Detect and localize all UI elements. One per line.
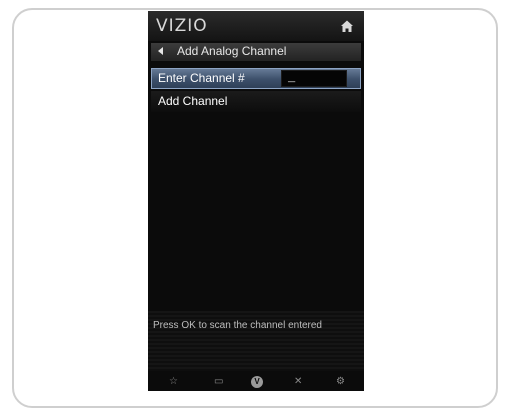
close-icon[interactable]: ✕ bbox=[294, 377, 302, 387]
star-icon[interactable]: ☆ bbox=[169, 377, 178, 387]
vizio-logo: VIZIO bbox=[156, 16, 208, 36]
menu-icon[interactable]: ▭ bbox=[214, 377, 223, 387]
add-channel-label: Add Channel bbox=[158, 94, 228, 108]
home-icon[interactable] bbox=[340, 19, 354, 33]
channel-number-input[interactable]: _ bbox=[281, 70, 347, 87]
enter-channel-label: Enter Channel # bbox=[158, 71, 245, 85]
back-arrow-icon[interactable] bbox=[158, 47, 163, 55]
menu-item-add-channel[interactable]: Add Channel bbox=[151, 91, 361, 112]
menu-item-enter-channel[interactable]: Enter Channel # _ bbox=[151, 68, 361, 89]
tv-menu-panel: VIZIO Add Analog Channel Enter Channel #… bbox=[148, 11, 364, 391]
settings-icon[interactable]: ⚙ bbox=[336, 377, 345, 387]
page-title: Add Analog Channel bbox=[177, 44, 287, 58]
hint-text: Press OK to scan the channel entered bbox=[153, 320, 322, 331]
hint-area: Press OK to scan the channel entered bbox=[148, 311, 364, 371]
bottom-bar: ☆ ▭ V ✕ ⚙ bbox=[148, 373, 364, 391]
menu-title-bar: Add Analog Channel bbox=[151, 43, 361, 61]
menu-header: VIZIO bbox=[148, 11, 364, 41]
v-button-icon[interactable]: V bbox=[251, 376, 263, 388]
